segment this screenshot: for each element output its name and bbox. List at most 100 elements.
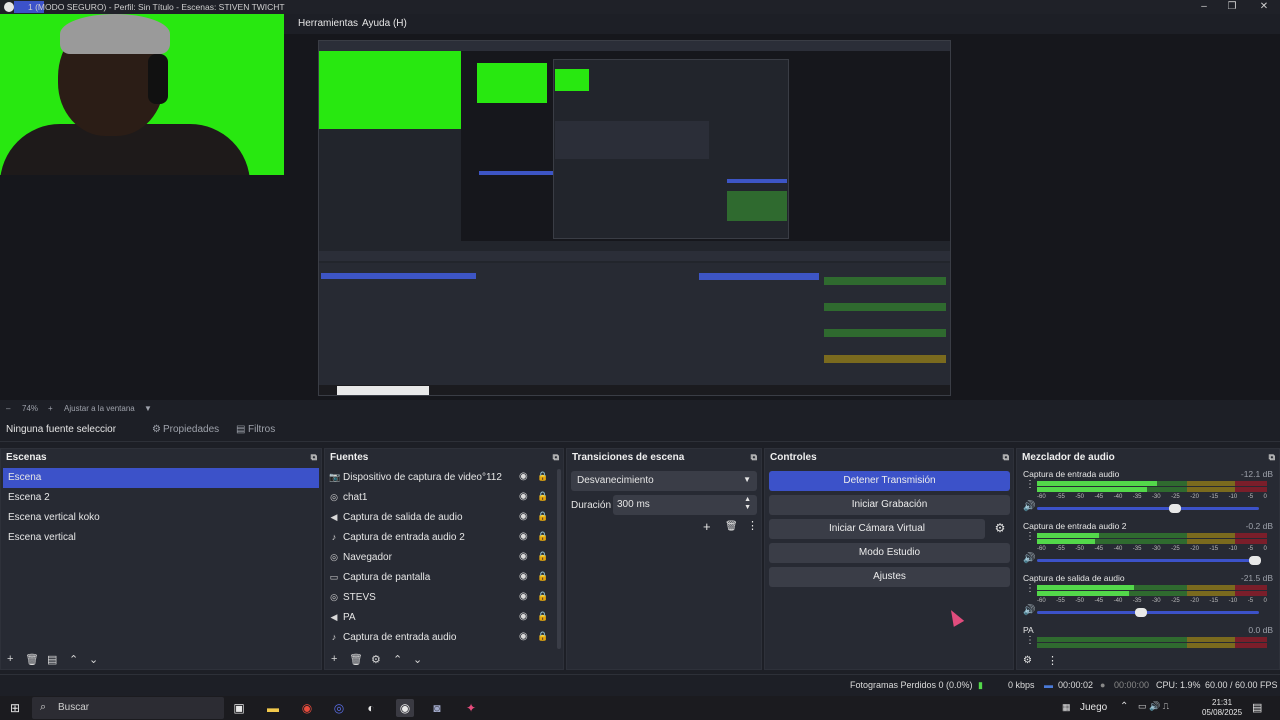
spin-arrows-icon[interactable]: ▲ ▼ — [744, 496, 751, 512]
browser-icon[interactable]: ◎ — [330, 699, 348, 717]
gear-icon[interactable]: ⚙ — [371, 653, 381, 666]
scene-item[interactable]: Escena 2 — [3, 488, 319, 508]
chevron-up-icon[interactable]: ⌃ — [69, 653, 78, 666]
filter-icon[interactable]: ▤ — [47, 653, 57, 666]
gear-icon[interactable]: ⚙ — [991, 521, 1009, 539]
eye-icon[interactable]: ◉ — [519, 591, 528, 602]
duration-spinbox[interactable]: 300 ms ▲ ▼ — [613, 495, 757, 515]
source-item[interactable]: ◀ PA ◉ 🔒 — [327, 608, 555, 628]
chevron-down-icon[interactable]: ⌄ — [89, 653, 98, 666]
start-recording-button[interactable]: Iniciar Grabación — [769, 495, 1010, 515]
eye-icon[interactable]: ◉ — [519, 571, 528, 582]
scrollbar[interactable] — [557, 469, 561, 649]
lock-icon[interactable]: 🔒 — [537, 531, 548, 542]
tray-chevron-icon[interactable]: ⌃ — [1120, 701, 1128, 712]
weather-label[interactable]: Juego — [1080, 702, 1107, 713]
chevron-down-icon[interactable]: ⌄ — [413, 653, 422, 666]
file-explorer-icon[interactable]: ▬ — [264, 699, 282, 717]
speaker-icon[interactable]: 🔊 — [1023, 501, 1035, 512]
kebab-menu-icon[interactable]: ⋮ — [1025, 583, 1035, 594]
obs-icon[interactable]: ◐ — [362, 699, 380, 717]
source-item[interactable]: ◎ Navegador ◉ 🔒 — [327, 548, 555, 568]
app-icon[interactable]: ✦ — [462, 699, 480, 717]
eye-icon[interactable]: ◉ — [519, 631, 528, 642]
kebab-menu-icon[interactable]: ⋮ — [1025, 479, 1035, 490]
obs-active-icon[interactable]: ◉ — [396, 699, 414, 717]
eye-icon[interactable]: ◉ — [519, 471, 528, 482]
source-item[interactable]: ◎ STEVS ◉ 🔒 — [327, 588, 555, 608]
lock-icon[interactable]: 🔒 — [537, 631, 548, 642]
volume-slider[interactable] — [1037, 504, 1259, 513]
lock-icon[interactable]: 🔒 — [537, 591, 548, 602]
slider-handle[interactable] — [1168, 504, 1181, 513]
eye-icon[interactable]: ◉ — [519, 531, 528, 542]
source-item[interactable]: ◎ chat1 ◉ 🔒 — [327, 488, 555, 508]
volume-slider[interactable] — [1037, 608, 1259, 617]
source-item[interactable]: ♪ Captura de entrada audio ◉ 🔒 — [327, 628, 555, 648]
notification-icon[interactable]: ▤ — [1252, 701, 1262, 714]
gear-icon[interactable]: ⚙ — [1023, 655, 1032, 666]
filters-button[interactable]: Filtros — [248, 424, 275, 438]
lock-icon[interactable]: 🔒 — [537, 491, 548, 502]
studio-mode-button[interactable]: Modo Estudio — [769, 543, 1010, 563]
lock-icon[interactable]: 🔒 — [537, 611, 548, 622]
tray-icons[interactable]: ▭ 🔊 ⎍ — [1138, 701, 1169, 712]
lock-icon[interactable]: 🔒 — [537, 571, 548, 582]
start-virtual-camera-button[interactable]: Iniciar Cámara Virtual — [769, 519, 985, 539]
zoom-dropdown-icon[interactable]: ▼ — [144, 404, 152, 413]
source-item[interactable]: ◀ Captura de salida de audio ◉ 🔒 — [327, 508, 555, 528]
speaker-icon[interactable]: 🔊 — [1023, 605, 1035, 616]
source-item[interactable]: 📷 Dispositivo de captura de video°112 ◉ 🔒 — [327, 468, 555, 488]
chrome-icon[interactable]: ◉ — [298, 699, 316, 717]
eye-icon[interactable]: ◉ — [519, 511, 528, 522]
popout-icon[interactable]: ⧉ — [1269, 452, 1275, 463]
kebab-menu-icon[interactable]: ⋮ — [1047, 654, 1058, 667]
lock-icon[interactable]: 🔒 — [537, 511, 548, 522]
camera-app-icon[interactable]: ◙ — [428, 699, 446, 717]
speaker-icon[interactable]: 🔊 — [1023, 553, 1035, 564]
popout-icon[interactable]: ⧉ — [311, 452, 317, 463]
add-source-icon[interactable]: + — [331, 653, 337, 665]
settings-button[interactable]: Ajustes — [769, 567, 1010, 587]
source-label: Captura de salida de audio — [343, 512, 463, 523]
volume-slider[interactable] — [1037, 556, 1261, 565]
source-item[interactable]: ♪ Captura de entrada audio 2 ◉ 🔒 — [327, 528, 555, 548]
popout-icon[interactable]: ⧉ — [751, 452, 757, 463]
slider-handle[interactable] — [1135, 608, 1148, 617]
scene-item[interactable]: Escena vertical koko — [3, 508, 319, 528]
kebab-menu-icon[interactable]: ⋮ — [1025, 531, 1035, 542]
chevron-up-icon[interactable]: ⌃ — [393, 653, 402, 666]
trash-icon[interactable]: 🗑 — [349, 653, 363, 666]
eye-icon[interactable]: ◉ — [519, 491, 528, 502]
popout-icon[interactable]: ⧉ — [1003, 452, 1009, 463]
add-scene-icon[interactable]: + — [7, 653, 13, 665]
taskbar-search[interactable]: ⌕ Buscar — [32, 697, 224, 719]
scene-item[interactable]: Escena vertical — [3, 528, 319, 548]
windows-start-icon[interactable]: ⊞ — [6, 699, 24, 717]
task-view-icon[interactable]: ▣ — [230, 699, 248, 717]
minimize-button[interactable]: – — [1196, 1, 1212, 13]
transition-select[interactable]: Desvanecimiento ▼ — [571, 471, 757, 491]
zoom-out-button[interactable]: – — [6, 404, 10, 413]
menu-tools[interactable]: Herramientas — [298, 18, 358, 29]
close-button[interactable]: ✕ — [1256, 1, 1272, 13]
stop-streaming-button[interactable]: Detener Transmisión — [769, 471, 1010, 491]
source-item[interactable]: ▭ Captura de pantalla ◉ 🔒 — [327, 568, 555, 588]
add-transition-icon[interactable]: + — [703, 519, 711, 534]
eye-icon[interactable]: ◉ — [519, 611, 528, 622]
slider-handle[interactable] — [1248, 556, 1261, 565]
popout-icon[interactable]: ⧉ — [553, 452, 559, 463]
menu-help[interactable]: Ayuda (H) — [362, 18, 407, 29]
properties-button[interactable]: Propiedades — [163, 424, 219, 438]
kebab-menu-icon[interactable]: ⋮ — [1025, 635, 1035, 646]
kebab-menu-icon[interactable]: ⋮ — [747, 519, 758, 532]
eye-icon[interactable]: ◉ — [519, 551, 528, 562]
maximize-button[interactable]: ❐ — [1224, 1, 1240, 13]
trash-icon[interactable]: 🗑 — [725, 521, 738, 532]
trash-icon[interactable]: 🗑 — [25, 653, 39, 666]
fit-to-window[interactable]: Ajustar a la ventana — [64, 404, 135, 413]
lock-icon[interactable]: 🔒 — [537, 551, 548, 562]
zoom-in-button[interactable]: + — [48, 404, 53, 413]
scene-item[interactable]: Escena — [3, 468, 319, 488]
lock-icon[interactable]: 🔒 — [537, 471, 548, 482]
